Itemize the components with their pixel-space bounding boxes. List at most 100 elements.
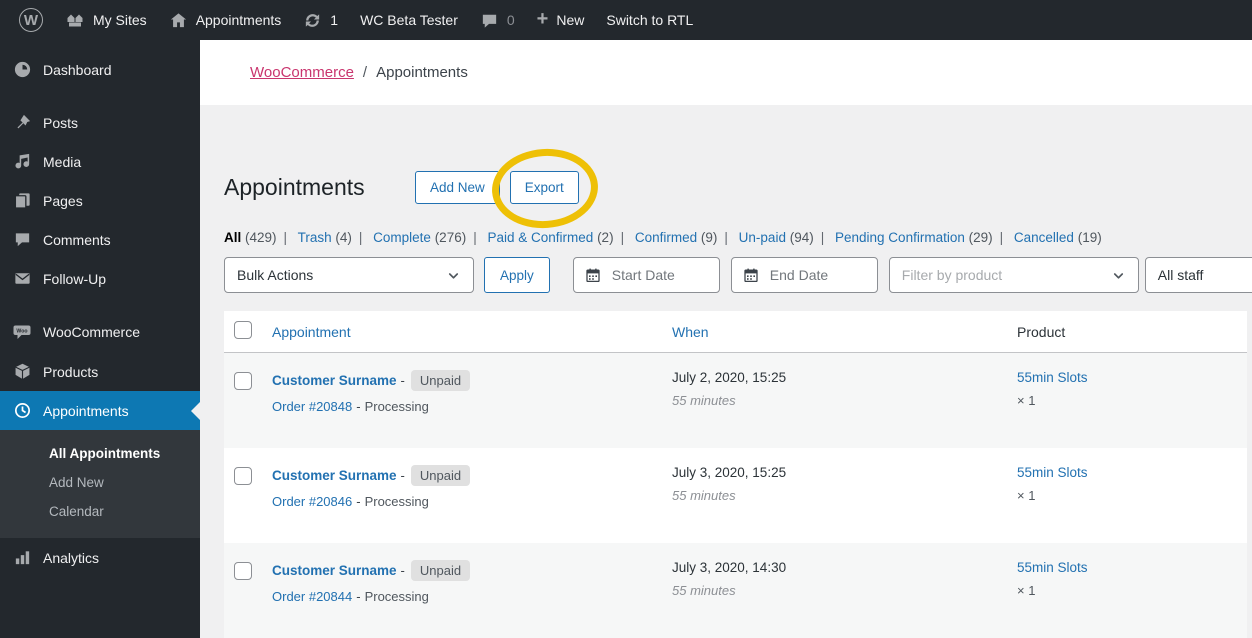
filter-unpaid[interactable]: Un-paid (94) [739, 230, 814, 245]
table-row: Customer Surname - Unpaid Order #20846- Pro… [224, 448, 1247, 543]
sidebar-item-products[interactable]: Products [0, 352, 200, 391]
staff-filter-select[interactable]: All staff [1144, 257, 1252, 293]
breadcrumb-woocommerce-link[interactable]: WooCommerce [250, 64, 354, 81]
admin-sidebar: Dashboard Posts Media Pages Comments Fol… [0, 40, 200, 638]
submenu-item-add-new[interactable]: Add New [0, 468, 200, 497]
sidebar-item-comments[interactable]: Comments [0, 220, 200, 259]
order-status: Processing [364, 588, 429, 604]
row-checkbox[interactable] [234, 372, 252, 390]
select-all-checkbox[interactable] [234, 321, 252, 339]
filter-trash[interactable]: Trash (4) [298, 230, 352, 245]
sort-when-header[interactable]: When [672, 324, 709, 340]
comment-count: 0 [506, 12, 515, 28]
sidebar-item-dashboard[interactable]: Dashboard [0, 50, 200, 89]
staff-filter-value: All staff [1157, 267, 1204, 283]
dashboard-icon [12, 60, 32, 79]
filter-confirmed[interactable]: Confirmed (9) [635, 230, 718, 245]
sidebar-label: Follow-Up [43, 270, 107, 287]
appointments-table: Appointment When Product Customer Surnam… [224, 311, 1247, 638]
wc-beta-tester-menu[interactable]: WC Beta Tester [349, 0, 469, 40]
clock-icon [12, 401, 32, 420]
sidebar-item-posts[interactable]: Posts [0, 103, 200, 142]
svg-text:Woo: Woo [16, 329, 27, 335]
submenu-label: All Appointments [49, 446, 161, 461]
submenu-item-calendar[interactable]: Calendar [0, 497, 200, 526]
site-name-label: Appointments [195, 12, 282, 28]
updates-menu[interactable]: 1 [292, 0, 349, 40]
appointment-datetime: July 3, 2020, 14:30 [672, 559, 787, 575]
end-date-field[interactable] [730, 257, 878, 293]
wordpress-logo-icon: W [19, 8, 43, 32]
comment-bubble-icon [12, 230, 32, 249]
product-header: Product [1017, 311, 1247, 353]
breadcrumb-separator: / [362, 64, 368, 81]
start-date-input[interactable] [609, 266, 708, 284]
bulk-actions-select[interactable]: Bulk Actions [224, 257, 474, 293]
my-sites-label: My Sites [93, 12, 147, 28]
sidebar-item-pages[interactable]: Pages [0, 181, 200, 220]
submenu-item-all-appointments[interactable]: All Appointments [0, 439, 200, 468]
appointment-datetime: July 3, 2020, 15:25 [672, 464, 787, 480]
wordpress-logo-menu[interactable]: W [8, 0, 54, 40]
update-count: 1 [330, 12, 339, 28]
update-icon [303, 11, 322, 30]
sidebar-label: Analytics [43, 549, 100, 566]
filter-cancelled[interactable]: Cancelled (19) [1014, 230, 1102, 245]
my-sites-icon [65, 10, 85, 30]
switch-to-rtl-menu[interactable]: Switch to RTL [595, 0, 704, 40]
sidebar-label: Posts [43, 114, 79, 131]
product-link[interactable]: 55min Slots [1017, 465, 1088, 480]
row-checkbox[interactable] [234, 561, 252, 580]
filter-complete[interactable]: Complete (276) [373, 230, 466, 245]
sidebar-item-analytics[interactable]: Analytics [0, 538, 200, 577]
customer-link[interactable]: Customer Surname [272, 563, 397, 578]
product-link[interactable]: 55min Slots [1017, 560, 1088, 575]
table-row: Customer Surname - Unpaid Order #20844- Pro… [224, 542, 1247, 638]
export-button[interactable]: Export [509, 171, 579, 204]
new-content-menu[interactable]: + New [526, 0, 596, 40]
order-link[interactable]: Order #20844 [272, 589, 352, 604]
sidebar-item-media[interactable]: Media [0, 142, 200, 181]
sidebar-label: Products [43, 363, 99, 380]
main-area: WooCommerce / Appointments Appointments … [200, 40, 1252, 638]
menu-separator [0, 298, 200, 312]
my-sites-menu[interactable]: My Sites [54, 0, 158, 40]
appointment-duration: 55 minutes [672, 582, 736, 598]
sidebar-item-appointments[interactable]: Appointments [0, 391, 200, 430]
appointment-duration: 55 minutes [672, 393, 736, 408]
order-link[interactable]: Order #20846 [272, 494, 352, 509]
product-qty: × 1 [1017, 582, 1036, 598]
status-filter-links: All (429) | Trash (4) | Complete (276) | Pa… [224, 230, 1102, 245]
add-new-button[interactable]: Add New [415, 171, 500, 204]
page-title: Appointments [224, 173, 365, 200]
sort-appointment-header[interactable]: Appointment [272, 324, 351, 340]
end-date-input[interactable] [767, 266, 866, 284]
filter-paid-confirmed[interactable]: Paid & Confirmed (2) [487, 230, 613, 245]
sidebar-label: Pages [43, 192, 83, 209]
title-row: Appointments Add New Export [224, 105, 1252, 204]
calendar-icon [585, 267, 601, 283]
order-link[interactable]: Order #20848 [272, 399, 352, 414]
site-menu[interactable]: Appointments [158, 0, 293, 40]
admin-top-bar: W My Sites Appointments 1 WC Beta Tester… [0, 0, 1252, 40]
comments-menu[interactable]: 0 [469, 0, 526, 40]
filter-all[interactable]: All (429) [224, 230, 277, 245]
filter-pending-confirmation[interactable]: Pending Confirmation (29) [835, 230, 993, 245]
filter-by-product-select[interactable]: Filter by product [888, 257, 1139, 293]
customer-link[interactable]: Customer Surname [272, 373, 397, 388]
menu-separator [0, 89, 200, 103]
customer-link[interactable]: Customer Surname [272, 468, 397, 483]
box-icon [12, 362, 32, 381]
appointments-submenu: All Appointments Add New Calendar [0, 430, 200, 538]
bar-chart-icon [12, 548, 32, 567]
row-checkbox[interactable] [234, 466, 252, 485]
start-date-field[interactable] [572, 257, 720, 293]
sidebar-label: Dashboard [43, 61, 112, 78]
filter-by-product-placeholder: Filter by product [901, 267, 1003, 283]
sidebar-item-woocommerce[interactable]: Woo WooCommerce [0, 312, 200, 352]
comment-icon [480, 11, 499, 30]
product-link[interactable]: 55min Slots [1017, 370, 1088, 385]
apply-button[interactable]: Apply [484, 257, 550, 293]
sidebar-item-follow-up[interactable]: Follow-Up [0, 259, 200, 298]
envelope-icon [12, 269, 32, 288]
